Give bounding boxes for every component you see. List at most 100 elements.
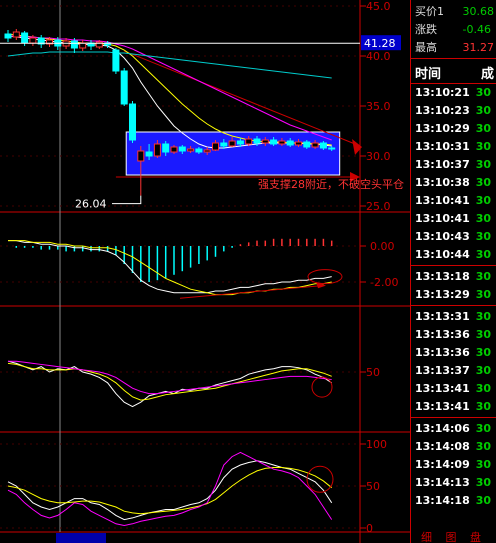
candle-body <box>129 103 136 141</box>
candle-body <box>212 142 219 151</box>
trade-row[interactable]: 13:13:41 30 <box>415 398 491 416</box>
trade-row[interactable]: 13:10:37 30 <box>415 156 491 174</box>
quote-row: 买价1 30.68 <box>415 4 494 20</box>
trade-row[interactable]: 13:14:18 30 <box>415 492 491 510</box>
trade-time: 13:14:13 <box>415 476 470 489</box>
trade-time: 13:14:06 <box>415 422 470 435</box>
trade-price: 30 <box>475 364 492 377</box>
tab-book[interactable]: 盘 <box>470 531 481 543</box>
oscillator-line <box>7 360 332 408</box>
candle-body <box>220 142 228 147</box>
trade-price: 30 <box>475 476 492 489</box>
trade-price: 30 <box>475 176 492 189</box>
y-tick-label: 30.0 <box>366 150 391 163</box>
trade-row[interactable]: 13:10:31 30 <box>415 138 491 156</box>
trade-price: 30 <box>475 212 492 225</box>
candle-body <box>311 142 319 148</box>
candle-body <box>203 149 211 153</box>
trade-price: 30 <box>475 248 492 261</box>
quote-value: -0.46 <box>462 23 491 36</box>
candle-body <box>153 143 161 157</box>
trade-row[interactable]: 13:10:41 30 <box>415 210 491 228</box>
trade-price: 30 <box>475 440 492 453</box>
trade-price: 30 <box>475 122 492 135</box>
highlight-circle <box>311 376 333 398</box>
trade-time: 13:13:41 <box>415 400 470 413</box>
trade-time: 13:13:31 <box>415 310 470 323</box>
trade-row[interactable]: 13:14:13 30 <box>415 474 491 492</box>
trade-price: 30 <box>475 270 492 283</box>
trade-price: 30 <box>475 104 492 117</box>
trade-row[interactable]: 13:13:37 30 <box>415 362 491 380</box>
trade-time: 13:10:41 <box>415 194 470 207</box>
stock-chart: 45.0 40.0 35.0 30.0 25.0 41.28 26.04 强支撑28附近，不破… <box>0 0 410 543</box>
tab-detail[interactable]: 细 <box>421 531 432 543</box>
candle-body <box>270 139 278 145</box>
macd-dea-line <box>8 240 332 296</box>
annotation-text: 强支撑28附近，不破空头平仓 <box>258 177 404 191</box>
trade-price: 30 <box>475 140 492 153</box>
candle-body <box>303 141 311 148</box>
trade-row[interactable]: 13:14:08 30 <box>415 438 491 456</box>
trade-time: 13:13:36 <box>415 328 470 341</box>
candle-body <box>228 140 236 147</box>
candle-body <box>253 138 261 144</box>
y-tick-label: 0 <box>366 522 373 535</box>
trade-time: 13:13:36 <box>415 346 470 359</box>
trade-row[interactable]: 13:10:44 30 <box>415 246 491 264</box>
trade-separator <box>411 305 496 306</box>
candle-body <box>261 139 269 144</box>
trade-price: 30 <box>475 400 492 413</box>
trade-price: 30 <box>475 458 492 471</box>
trade-row[interactable]: 13:13:18 30 <box>415 268 491 286</box>
quote-label: 涨跌 <box>415 23 437 36</box>
trade-row[interactable]: 13:13:36 30 <box>415 344 491 362</box>
trade-price: 30 <box>475 310 492 323</box>
trade-row[interactable]: 13:10:23 30 <box>415 102 491 120</box>
trade-row[interactable]: 13:10:38 30 <box>415 174 491 192</box>
price-tag: 41.28 <box>364 37 396 50</box>
moving-average-line <box>7 33 332 146</box>
y-tick-label: 35.0 <box>366 100 391 113</box>
quote-value: 31.27 <box>462 41 495 54</box>
trade-time: 13:10:21 <box>415 86 470 99</box>
trade-header-price: 成 <box>481 67 495 82</box>
trade-price: 30 <box>475 494 492 507</box>
trade-row[interactable]: 13:13:41 30 <box>415 380 491 398</box>
candle-body <box>4 33 12 39</box>
trade-header: 时间 成 <box>411 58 496 84</box>
candle-body <box>145 151 153 157</box>
y-tick-label: 50 <box>366 366 380 379</box>
trade-row[interactable]: 13:13:31 30 <box>415 308 491 326</box>
trade-row[interactable]: 13:10:21 30 <box>415 84 491 102</box>
trade-time: 13:10:23 <box>415 104 470 117</box>
oscillator-line <box>7 467 333 515</box>
tab-chart[interactable]: 图 <box>446 531 457 543</box>
trade-price: 30 <box>475 158 492 171</box>
trade-row[interactable]: 13:10:29 30 <box>415 120 491 138</box>
trade-time: 13:10:41 <box>415 212 470 225</box>
y-tick-label: 0.00 <box>370 240 395 253</box>
trade-price: 30 <box>475 288 492 301</box>
candle-body <box>319 142 327 149</box>
trade-row[interactable]: 13:13:29 30 <box>415 286 491 304</box>
candle-body <box>112 49 120 72</box>
trade-row[interactable]: 13:14:09 30 <box>415 456 491 474</box>
y-tick-label: 50 <box>366 480 380 493</box>
candle-body <box>236 140 244 145</box>
quote-label: 最高 <box>415 41 437 54</box>
trade-price: 30 <box>475 346 492 359</box>
trade-time: 13:13:18 <box>415 270 470 283</box>
candle-body <box>120 70 128 105</box>
trade-row[interactable]: 13:14:06 30 <box>415 420 491 438</box>
candle-body <box>70 40 78 49</box>
candle-body <box>328 147 336 150</box>
quote-panel: 买价1 30.68 涨跌 -0.46 最高 31.27 时间 成 13:10:2… <box>410 0 496 543</box>
trade-time: 13:10:31 <box>415 140 470 153</box>
trade-row[interactable]: 13:13:36 30 <box>415 326 491 344</box>
trade-time: 13:10:43 <box>415 230 470 243</box>
trade-row[interactable]: 13:10:41 30 <box>415 192 491 210</box>
candle-body <box>286 140 294 146</box>
trade-row[interactable]: 13:10:43 30 <box>415 228 491 246</box>
quote-row: 涨跌 -0.46 <box>415 22 491 38</box>
